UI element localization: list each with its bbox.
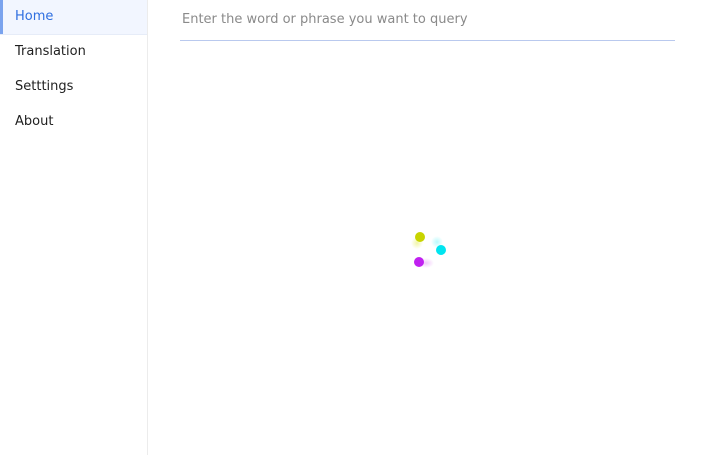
sidebar-item-settings[interactable]: Setttings <box>0 70 147 105</box>
spinner-dot-cyan <box>436 245 446 255</box>
search-box <box>180 4 679 41</box>
spinner-dot-magenta <box>414 257 424 267</box>
loading-spinner-icon <box>411 232 446 268</box>
main-content <box>149 0 705 455</box>
sidebar-item-translation[interactable]: Translation <box>0 35 147 70</box>
app-window: Home Translation Setttings About <box>0 0 705 455</box>
sidebar-item-about[interactable]: About <box>0 105 147 140</box>
spinner-dot-yellow <box>415 232 425 242</box>
search-input[interactable] <box>180 4 679 34</box>
sidebar: Home Translation Setttings About <box>0 0 148 455</box>
sidebar-item-home[interactable]: Home <box>0 0 147 35</box>
